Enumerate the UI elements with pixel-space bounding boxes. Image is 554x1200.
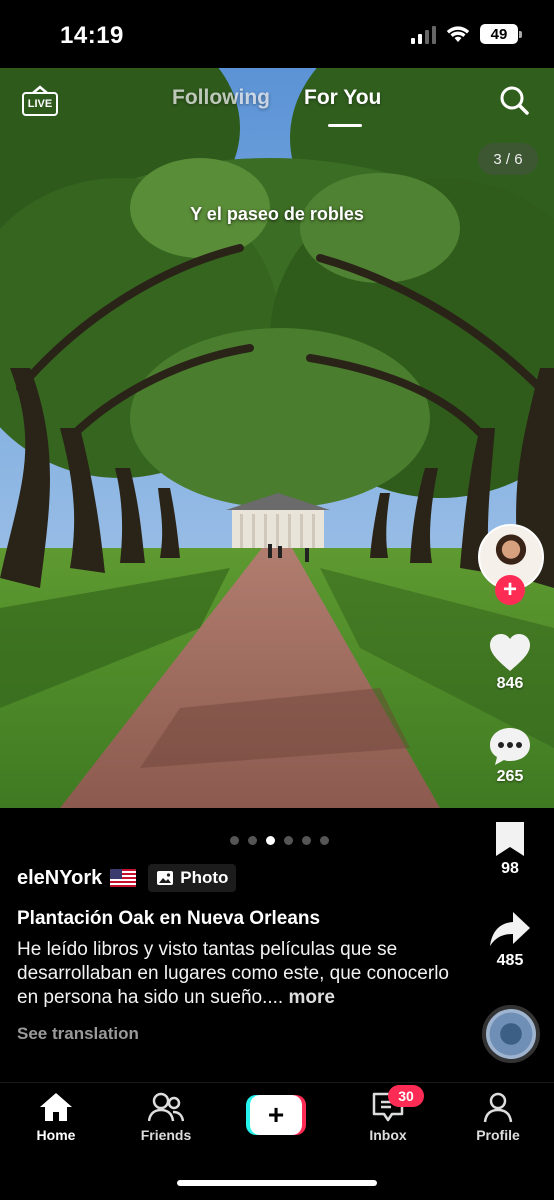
slide-dot[interactable] bbox=[320, 836, 329, 845]
post-photo[interactable] bbox=[0, 68, 554, 808]
status-bar: 14:19 49 bbox=[0, 0, 554, 68]
search-icon[interactable] bbox=[498, 84, 530, 116]
slide-dot[interactable] bbox=[302, 836, 311, 845]
share-button[interactable]: 485 bbox=[480, 910, 540, 970]
friends-icon bbox=[148, 1092, 184, 1122]
heart-icon bbox=[490, 634, 530, 671]
profile-icon bbox=[483, 1092, 513, 1123]
inbox-badge: 30 bbox=[388, 1085, 424, 1107]
image-icon bbox=[157, 871, 174, 885]
username[interactable]: eleNYork bbox=[17, 867, 102, 890]
music-disc[interactable] bbox=[482, 1005, 540, 1063]
slide-dot[interactable] bbox=[248, 836, 257, 845]
active-tab-underline bbox=[328, 124, 362, 127]
photo-badge-label: Photo bbox=[180, 868, 229, 887]
save-count: 98 bbox=[501, 860, 519, 877]
save-button[interactable]: 98 bbox=[480, 820, 540, 878]
us-flag-icon bbox=[110, 869, 137, 887]
photo-caption-overlay: Y el paseo de robles bbox=[190, 204, 364, 224]
status-icons: 49 bbox=[411, 24, 522, 44]
nav-inbox-label: Inbox bbox=[369, 1127, 407, 1143]
cellular-signal-icon bbox=[411, 24, 436, 44]
tab-following[interactable]: Following bbox=[172, 86, 270, 110]
photo-badge: Photo bbox=[148, 864, 237, 892]
post-description-text: He leído libros y visto tantas películas… bbox=[17, 939, 449, 1008]
post-info: eleNYork Photo Plantación Oak en Nueva O… bbox=[17, 862, 467, 1044]
home-icon bbox=[40, 1093, 72, 1121]
follow-button[interactable]: + bbox=[495, 575, 525, 605]
nav-home[interactable]: Home bbox=[16, 1091, 96, 1143]
comment-count: 265 bbox=[496, 768, 524, 785]
nav-friends[interactable]: Friends bbox=[126, 1091, 206, 1143]
create-icon: + bbox=[250, 1095, 302, 1135]
top-navigation: LIVE Following For You bbox=[0, 80, 554, 130]
slide-dots bbox=[230, 836, 329, 845]
like-count: 846 bbox=[496, 675, 524, 692]
post-title: Plantación Oak en Nueva Orleans bbox=[17, 908, 321, 929]
tab-for-you[interactable]: For You bbox=[304, 86, 381, 110]
slide-counter: 3 / 6 bbox=[478, 143, 538, 175]
bookmark-icon bbox=[496, 822, 524, 856]
create-button[interactable]: + bbox=[246, 1095, 306, 1135]
user-row: eleNYork Photo bbox=[17, 862, 467, 894]
status-time: 14:19 bbox=[60, 22, 124, 49]
nav-profile-label: Profile bbox=[476, 1127, 520, 1143]
wifi-icon bbox=[446, 26, 470, 42]
more-link[interactable]: more bbox=[288, 987, 334, 1008]
like-button[interactable]: 846 bbox=[480, 633, 540, 693]
battery-indicator: 49 bbox=[480, 24, 522, 44]
share-count: 485 bbox=[496, 952, 524, 969]
live-icon[interactable]: LIVE bbox=[22, 84, 58, 118]
oak-alley-image bbox=[0, 68, 554, 808]
nav-home-label: Home bbox=[36, 1127, 76, 1143]
nav-profile[interactable]: Profile bbox=[458, 1091, 538, 1143]
share-icon bbox=[490, 912, 530, 946]
slide-dot[interactable] bbox=[284, 836, 293, 845]
nav-inbox[interactable]: Inbox 30 bbox=[348, 1085, 428, 1143]
nav-friends-label: Friends bbox=[140, 1127, 192, 1143]
live-label: LIVE bbox=[22, 92, 58, 116]
post-description[interactable]: He leído libros y visto tantas películas… bbox=[17, 938, 467, 1010]
comment-icon bbox=[490, 728, 530, 765]
slide-dot[interactable] bbox=[230, 836, 239, 845]
slide-dot-active[interactable] bbox=[266, 836, 275, 845]
comment-button[interactable]: 265 bbox=[480, 726, 540, 786]
see-translation-link[interactable]: See translation bbox=[17, 1024, 467, 1044]
home-indicator bbox=[177, 1180, 377, 1186]
